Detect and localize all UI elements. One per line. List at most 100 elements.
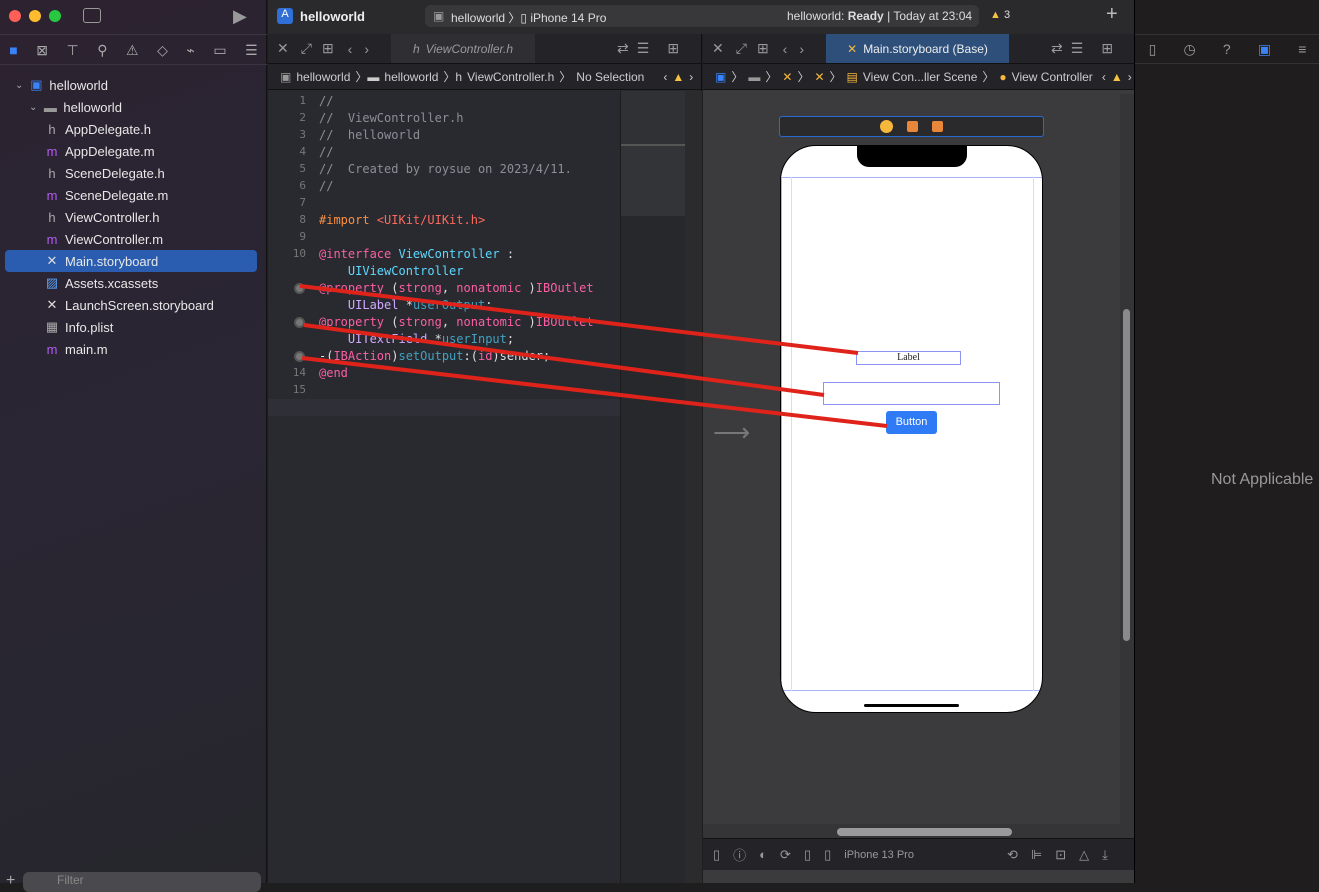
user-input-textfield[interactable] — [823, 382, 1000, 405]
editor-options-icon[interactable]: ☰ — [637, 40, 650, 57]
scheme-selector[interactable]: helloworld 〉▯ iPhone 14 Pro — [451, 9, 606, 26]
add-library-button[interactable]: + — [1106, 3, 1118, 26]
code-line[interactable]: // ViewController.h — [319, 111, 464, 125]
grid-icon[interactable]: ⊞ — [757, 40, 769, 57]
file-inspector-icon[interactable]: ▯ — [1149, 41, 1157, 58]
split-editor-icon[interactable]: ⊞ — [1101, 40, 1113, 57]
breakpoint-icon[interactable]: ▭ — [213, 42, 226, 59]
view-controller-icon[interactable] — [880, 120, 893, 133]
vertical-scrollbar[interactable] — [1120, 94, 1134, 838]
report-icon[interactable]: ☰ — [245, 42, 258, 59]
iphone-frame[interactable]: Label Button — [780, 145, 1043, 713]
code-line[interactable]: // helloworld — [319, 128, 420, 142]
device-selector[interactable]: iPhone 14 Pro — [530, 11, 606, 25]
split-view-icon[interactable]: ▯ — [804, 847, 811, 863]
add-constraints-icon[interactable]: ⊡ — [1055, 847, 1066, 863]
jump-bar[interactable]: ▣ helloworld 〉▬ helloworld 〉h ViewController.… — [268, 64, 701, 90]
navigator-item[interactable]: ▨ Assets.xcassets — [5, 272, 257, 294]
split-editor-icon[interactable]: ⊞ — [667, 40, 679, 57]
align-icon[interactable]: ⊫ — [1031, 847, 1042, 863]
source-control-icon[interactable]: ⊠ — [36, 42, 48, 59]
navigator-item[interactable]: m AppDelegate.m — [5, 140, 257, 162]
code-line[interactable]: @end — [319, 366, 348, 380]
attributes-inspector-icon[interactable]: ≡ — [1298, 41, 1306, 57]
code-line[interactable]: // — [319, 145, 333, 159]
scrollbar[interactable] — [685, 91, 702, 883]
navigator-item[interactable]: ⌄ ▬ helloworld — [5, 96, 257, 118]
device-icon[interactable]: ▯ — [824, 847, 831, 863]
code-line[interactable]: @property (strong, nonatomic )IBOutlet — [319, 315, 594, 329]
connection-indicator-icon[interactable] — [294, 351, 305, 362]
grid-icon[interactable]: ⊞ — [322, 40, 334, 57]
set-output-button[interactable]: Button — [886, 411, 937, 434]
code-line[interactable]: UIViewController — [319, 264, 464, 278]
exit-icon[interactable] — [932, 121, 943, 132]
navigator-item[interactable]: ▦ Info.plist — [5, 316, 257, 338]
navigator-item[interactable]: m ViewController.m — [5, 228, 257, 250]
document-outline-icon[interactable]: ▯ — [713, 847, 720, 863]
resolve-issues-icon[interactable]: △ — [1079, 847, 1089, 863]
navigator-item[interactable]: h SceneDelegate.h — [5, 162, 257, 184]
update-frames-icon[interactable]: ⟲ — [1007, 847, 1018, 863]
filter-input[interactable]: Filter — [23, 872, 261, 892]
zoom-window-button[interactable] — [49, 10, 61, 22]
expand-icon[interactable]: ⤢ — [736, 40, 747, 57]
test-icon[interactable]: ◇ — [157, 42, 168, 59]
symbol-icon[interactable]: ⊤ — [66, 42, 78, 59]
related-items-icon[interactable]: ⇄ — [617, 40, 629, 57]
connection-indicator-icon[interactable] — [294, 283, 305, 294]
scene-dock[interactable] — [779, 116, 1044, 137]
code-line[interactable]: @property (strong, nonatomic )IBOutlet — [319, 281, 594, 295]
sidebar-toggle-icon[interactable] — [83, 8, 101, 23]
help-icon[interactable]: ? — [1223, 41, 1231, 57]
code-line[interactable]: // — [319, 94, 333, 108]
run-icon[interactable]: ▶ — [233, 6, 247, 27]
back-icon[interactable]: ‹ — [348, 41, 353, 57]
folder-icon[interactable]: ■ — [9, 42, 17, 58]
orientation-icon[interactable]: ⟳ — [780, 847, 791, 863]
navigator-item[interactable]: h AppDelegate.h — [5, 118, 257, 140]
navigator-item[interactable]: h ViewController.h — [5, 206, 257, 228]
warnings-badge[interactable]: ▲ 3 — [990, 9, 1010, 21]
disclosure-chevron-icon[interactable]: ⌄ — [15, 80, 23, 91]
device-config-button[interactable]: iPhone 13 Pro — [844, 849, 914, 861]
code-line[interactable]: // — [319, 179, 333, 193]
forward-icon[interactable]: › — [364, 41, 369, 57]
close-icon[interactable]: ✕ — [277, 40, 289, 57]
identity-inspector-icon[interactable]: ▣ — [1258, 41, 1271, 58]
close-window-button[interactable] — [9, 10, 21, 22]
code-line[interactable]: #import <UIKit/UIKit.h> — [319, 213, 485, 227]
debug-icon[interactable]: ⌁ — [186, 42, 194, 59]
code-line[interactable]: // Created by roysue on 2023/4/11. — [319, 162, 572, 176]
tab-viewcontroller-h[interactable]: h ViewController.h — [391, 34, 536, 63]
search-icon[interactable]: ⚲ — [97, 42, 107, 59]
minimap[interactable] — [620, 91, 685, 883]
connection-indicator-icon[interactable] — [294, 317, 305, 328]
minimize-window-button[interactable] — [29, 10, 41, 22]
code-area[interactable]: 1 // 2 // ViewController.h 3 // helloworld 4 //… — [268, 91, 620, 883]
jump-bar[interactable]: ▣ 〉 ▬ 〉 ✕ 〉 ✕ 〉 ▤ View Con...ller Scene 〉 ● View Con… — [703, 64, 1134, 90]
expand-icon[interactable]: ⤢ — [301, 40, 312, 57]
navigator-item[interactable]: ✕ LaunchScreen.storyboard — [5, 294, 257, 316]
navigator-item[interactable]: ⌄ ▣ helloworld — [5, 74, 257, 96]
related-items-icon[interactable]: ⇄ — [1051, 40, 1063, 57]
history-icon[interactable]: ◷ — [1183, 41, 1195, 58]
back-icon[interactable]: ‹ — [783, 41, 788, 57]
horizontal-scrollbar[interactable] — [703, 824, 1134, 838]
close-icon[interactable]: ✕ — [712, 40, 724, 57]
code-line[interactable]: UILabel *userOutput; — [319, 298, 493, 312]
navigator-item[interactable]: m main.m — [5, 338, 257, 360]
navigator-item[interactable]: ✕ Main.storyboard — [5, 250, 257, 272]
embed-in-icon[interactable]: ⤓ — [1102, 847, 1108, 863]
accessibility-icon[interactable]: ⓘ — [733, 845, 746, 864]
appearance-icon[interactable]: ◐ — [759, 847, 767, 862]
forward-icon[interactable]: › — [799, 41, 804, 57]
warning-icon[interactable]: ⚠ — [126, 42, 139, 59]
add-icon[interactable]: + — [6, 872, 15, 890]
editor-options-icon[interactable]: ☰ — [1071, 40, 1084, 57]
code-line[interactable]: UITextField *userInput; — [319, 332, 514, 346]
user-output-label[interactable]: Label — [856, 351, 961, 365]
tab-main-storyboard[interactable]: ✕ Main.storyboard (Base) — [826, 34, 1010, 63]
code-line[interactable]: @interface ViewController : — [319, 247, 514, 261]
navigator-item[interactable]: m SceneDelegate.m — [5, 184, 257, 206]
